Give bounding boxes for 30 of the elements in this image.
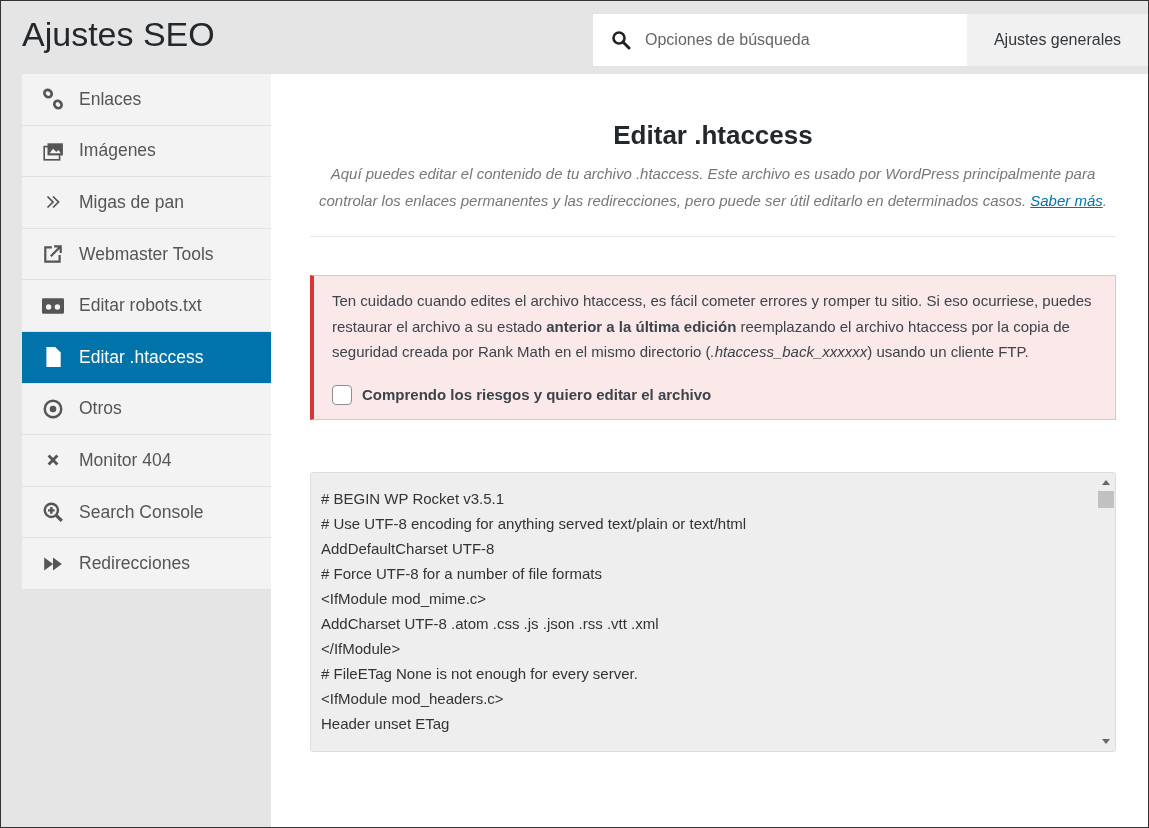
code-line: </IfModule>: [321, 638, 402, 659]
checkbox[interactable]: [332, 384, 352, 405]
code-line: AddCharset UTF-8 .atom .css .js .json .rss .vtt .xml: [321, 613, 660, 634]
description: Aquí puedes editar el contenido de tu archivo .htaccess. Este archivo es usado por WordPress principalmente para controlar los enlaces permanentes y las redirecciones, pero puede ser útil editarlo en determinados casos. Saber más.: [318, 164, 1108, 211]
general-settings-button[interactable]: Ajustes generales: [967, 14, 1148, 66]
code-line: <IfModule mod_mime.c>: [321, 588, 488, 609]
external-link-icon: [42, 243, 64, 266]
zoom-in-icon: [42, 501, 64, 524]
scroll-up-icon: [1101, 478, 1111, 485]
target-icon: [42, 397, 64, 420]
code-line: # Use UTF-8 encoding for anything served text/plain or text/html: [321, 513, 748, 534]
code-line: # BEGIN WP Rocket v3.5.1: [321, 488, 506, 509]
sidebar-item[interactable]: Editar .htaccess: [22, 331, 271, 384]
code-line: <IfModule mod_headers.c>: [321, 688, 505, 709]
sidebar-item[interactable]: Editar robots.txt: [22, 280, 271, 332]
warning-text: Ten cuidado cuando edites el archivo htaccess, es fácil cometer errores y romper tu sitio. Si eso ocurriese, puedes restaurar el archivo a su estado anterior a la última edición reemplazando el archivo htaccess por la copia de seguridad creada por Rank Math en el mismo directorio (.htaccess_back_xxxxxx) usando un cliente FTP.: [332, 291, 1093, 362]
code-line: # Force UTF-8 for a number of file formats: [321, 563, 603, 584]
link-icon: [42, 88, 64, 111]
code-editor[interactable]: [310, 471, 1116, 752]
page-title: Ajustes SEO: [22, 15, 216, 54]
sidebar-item[interactable]: Imágenes: [22, 125, 271, 178]
code-line: # FileETag None is not enough for every server.: [321, 663, 639, 684]
scroll-down-icon: [1101, 738, 1111, 745]
checkbox-label: Comprendo los riesgos y quiero editar el archivo: [362, 386, 712, 403]
search-field[interactable]: Opciones de búsqueda: [593, 14, 967, 66]
code-line: Header unset ETag: [321, 713, 451, 734]
section-heading: Editar .htaccess: [612, 120, 814, 151]
learn-more-link[interactable]: Saber más: [1030, 191, 1103, 209]
scroll-thumb[interactable]: [1098, 490, 1114, 508]
code-line: AddDefaultCharset UTF-8: [321, 538, 496, 559]
